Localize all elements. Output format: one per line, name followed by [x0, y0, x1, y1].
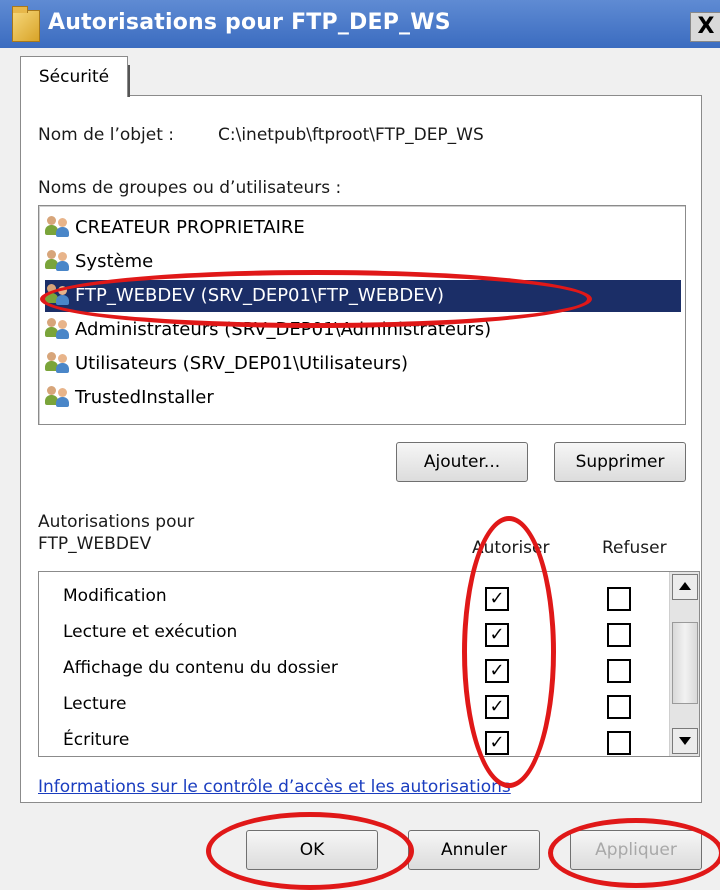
- list-item-label: FTP_WEBDEV (SRV_DEP01\FTP_WEBDEV): [75, 285, 444, 306]
- permission-row: Écriture ✓: [39, 724, 659, 756]
- list-item-utilisateurs[interactable]: Utilisateurs (SRV_DEP01\Utilisateurs): [45, 348, 681, 380]
- vertical-scrollbar[interactable]: [669, 572, 699, 756]
- users-icon: [45, 249, 71, 271]
- users-icon: [45, 283, 71, 305]
- allow-checkbox[interactable]: ✓: [485, 695, 509, 719]
- deny-checkbox[interactable]: [607, 623, 631, 647]
- list-item-administrateurs[interactable]: Administrateurs (SRV_DEP01\Administrateu…: [45, 314, 681, 346]
- users-icon: [45, 215, 71, 237]
- users-icon: [45, 385, 71, 407]
- list-item-label: TrustedInstaller: [75, 387, 214, 408]
- permissions-list: Modification ✓ Lecture et exécution ✓ Af…: [38, 571, 700, 757]
- allow-checkbox[interactable]: ✓: [485, 623, 509, 647]
- permission-name: Lecture et exécution: [63, 622, 238, 642]
- allow-checkbox[interactable]: ✓: [485, 731, 509, 755]
- users-icon: [45, 317, 71, 339]
- groups-label: Noms de groupes ou d’utilisateurs :: [38, 178, 342, 198]
- allow-column-header: Autoriser: [472, 538, 550, 558]
- permission-name: Écriture: [63, 730, 130, 750]
- object-name-label: Nom de l’objet :: [38, 125, 175, 145]
- permission-row: Affichage du contenu du dossier ✓: [39, 652, 659, 688]
- close-button[interactable]: X: [690, 12, 720, 42]
- deny-checkbox[interactable]: [607, 587, 631, 611]
- permissions-label-line1: Autorisations pour: [38, 512, 195, 532]
- cancel-button[interactable]: Annuler: [408, 830, 540, 870]
- groups-listbox[interactable]: CREATEUR PROPRIETAIRE Système FTP_WEBDEV…: [38, 205, 686, 425]
- list-item-ftp-webdev[interactable]: FTP_WEBDEV (SRV_DEP01\FTP_WEBDEV): [45, 280, 681, 312]
- list-item-label: Administrateurs (SRV_DEP01\Administrateu…: [75, 319, 492, 340]
- access-control-help-link[interactable]: Informations sur le contrôle d’accès et …: [38, 777, 511, 797]
- object-path: C:\inetpub\ftproot\FTP_DEP_WS: [218, 125, 484, 145]
- scroll-thumb[interactable]: [672, 622, 698, 704]
- tab-security[interactable]: Sécurité: [20, 56, 130, 97]
- folder-icon: [12, 6, 40, 42]
- list-item-label: Système: [75, 251, 154, 272]
- permission-name: Modification: [63, 586, 167, 606]
- ok-button[interactable]: OK: [246, 830, 378, 870]
- title-bar: Autorisations pour FTP_DEP_WS X: [0, 0, 720, 48]
- window-title: Autorisations pour FTP_DEP_WS: [48, 10, 451, 35]
- permission-row: Lecture ✓: [39, 688, 659, 724]
- deny-column-header: Refuser: [602, 538, 667, 558]
- scroll-up-button[interactable]: [672, 574, 698, 600]
- list-item-systeme[interactable]: Système: [45, 246, 681, 278]
- permission-row: Modification ✓: [39, 580, 659, 616]
- list-item-createur[interactable]: CREATEUR PROPRIETAIRE: [45, 212, 681, 244]
- allow-checkbox[interactable]: ✓: [485, 587, 509, 611]
- list-item-label: CREATEUR PROPRIETAIRE: [75, 217, 305, 238]
- permission-row: Lecture et exécution ✓: [39, 616, 659, 652]
- allow-checkbox[interactable]: ✓: [485, 659, 509, 683]
- permission-name: Lecture: [63, 694, 127, 714]
- apply-button[interactable]: Appliquer: [570, 830, 702, 870]
- list-item-label: Utilisateurs (SRV_DEP01\Utilisateurs): [75, 353, 409, 374]
- remove-button[interactable]: Supprimer: [554, 442, 686, 482]
- add-button[interactable]: Ajouter...: [396, 442, 528, 482]
- permission-name: Affichage du contenu du dossier: [63, 658, 338, 678]
- list-item-trustedinstaller[interactable]: TrustedInstaller: [45, 382, 681, 414]
- deny-checkbox[interactable]: [607, 659, 631, 683]
- permissions-label-line2: FTP_WEBDEV: [38, 534, 152, 554]
- scroll-down-button[interactable]: [672, 728, 698, 754]
- deny-checkbox[interactable]: [607, 731, 631, 755]
- deny-checkbox[interactable]: [607, 695, 631, 719]
- users-icon: [45, 351, 71, 373]
